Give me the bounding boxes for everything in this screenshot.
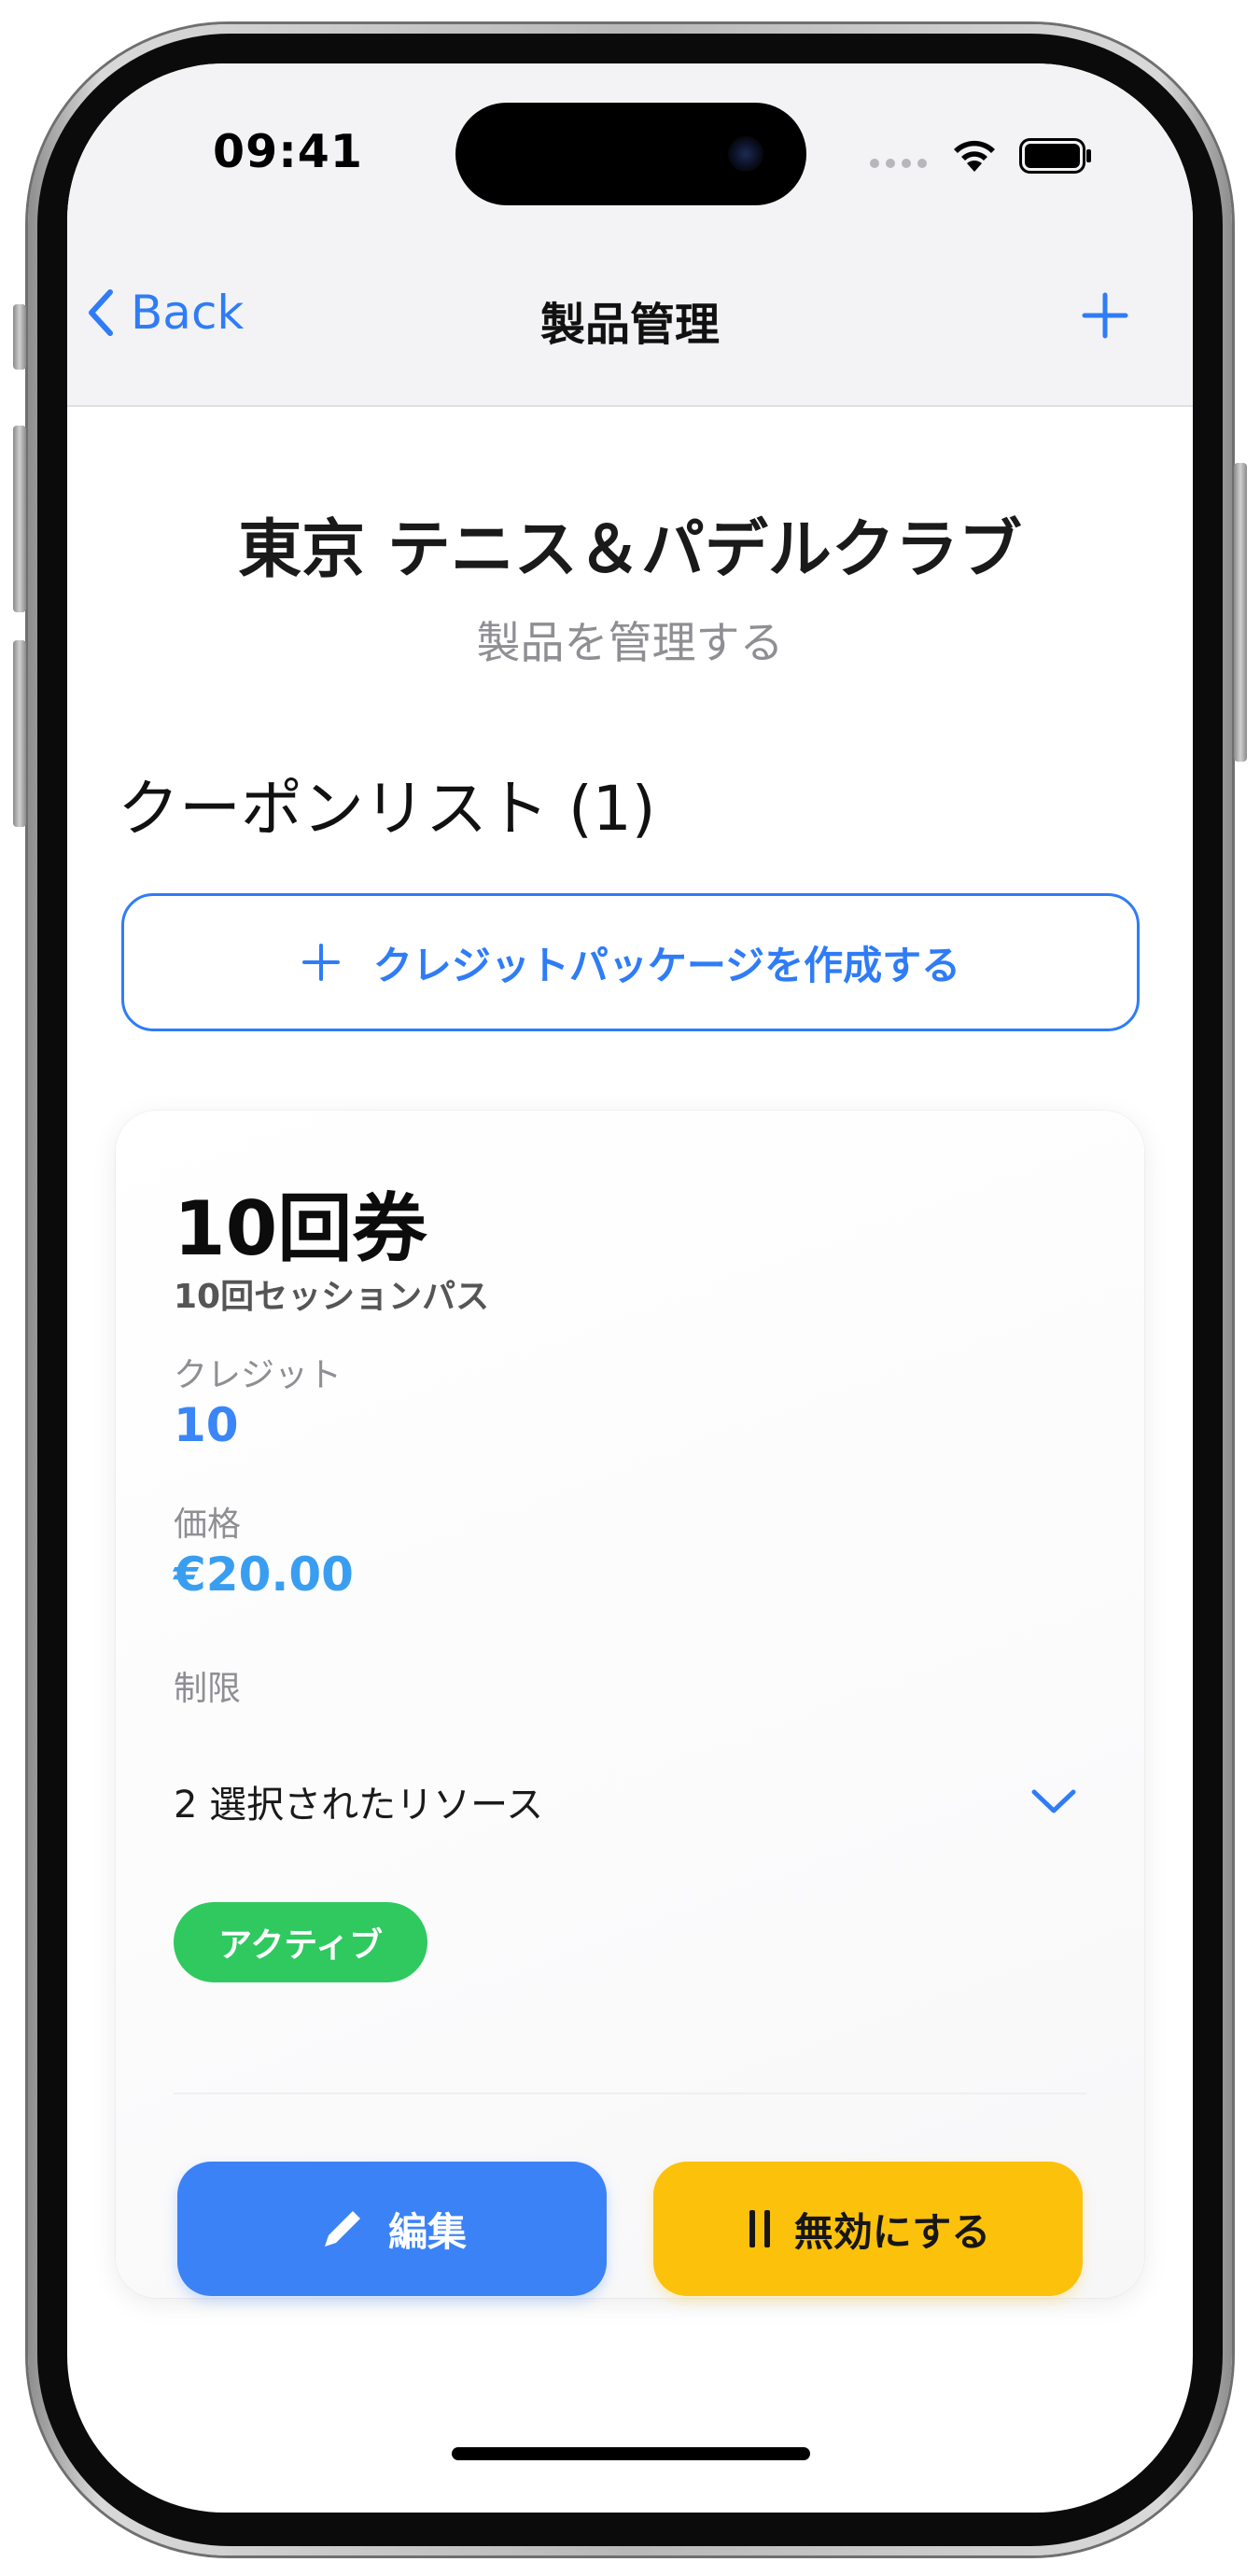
plus-icon[interactable] xyxy=(1077,287,1133,343)
page-subtitle: 製品を管理する xyxy=(476,618,784,669)
edit-label: 編集 xyxy=(387,2208,467,2255)
coupon-card: 10回券 10回セッションパス クレジット 10 価格 €20.00 制限 2 … xyxy=(116,1111,1144,2298)
create-button-label: クレジットパッケージを作成する xyxy=(372,942,961,988)
cellular-signal-icon xyxy=(870,159,927,168)
disable-button[interactable]: 無効にする xyxy=(653,2162,1083,2296)
restriction-label: 制限 xyxy=(174,1670,242,1708)
volume-down-button xyxy=(13,640,26,827)
restriction-dropdown[interactable]: 2 選択されたリソース xyxy=(174,1773,1077,1829)
camera-icon xyxy=(728,136,763,172)
pause-icon xyxy=(749,2210,770,2247)
dynamic-island xyxy=(455,103,806,205)
divider xyxy=(174,2093,1086,2094)
wifi-icon xyxy=(954,140,995,172)
edit-button[interactable]: 編集 xyxy=(177,2162,607,2296)
create-credit-package-button[interactable]: クレジットパッケージを作成する xyxy=(121,893,1140,1031)
credits-label: クレジット xyxy=(174,1356,343,1394)
disable-label: 無効にする xyxy=(793,2208,991,2255)
side-button xyxy=(1234,463,1247,762)
status-time: 09:41 xyxy=(213,125,363,178)
app-screen: 09:41 Back 製品管理 東京 テニス＆パデルクラブ 製品を管理する クー… xyxy=(67,63,1193,2513)
status-badge: アクティブ xyxy=(174,1902,428,1982)
restriction-value: 2 選択されたリソース xyxy=(174,1784,544,1827)
action-button xyxy=(13,304,26,370)
credits-value: 10 xyxy=(174,1398,239,1452)
chevron-down-icon xyxy=(1031,1789,1076,1813)
navigation-area: 09:41 Back 製品管理 xyxy=(67,63,1193,407)
price-label: 価格 xyxy=(174,1505,242,1544)
volume-up-button xyxy=(13,426,26,612)
page-title: 製品管理 xyxy=(539,299,720,351)
price-value: €20.00 xyxy=(174,1547,354,1602)
home-indicator[interactable] xyxy=(452,2447,810,2460)
pencil-icon xyxy=(324,2211,360,2247)
coupon-list-heading: クーポンリスト (1) xyxy=(118,773,656,845)
plus-icon xyxy=(301,944,340,981)
coupon-title: 10回券 xyxy=(174,1185,427,1272)
coupon-subtitle: 10回セッションパス xyxy=(174,1278,490,1316)
battery-icon xyxy=(1019,138,1091,174)
club-name: 東京 テニス＆パデルクラブ xyxy=(238,513,1022,587)
